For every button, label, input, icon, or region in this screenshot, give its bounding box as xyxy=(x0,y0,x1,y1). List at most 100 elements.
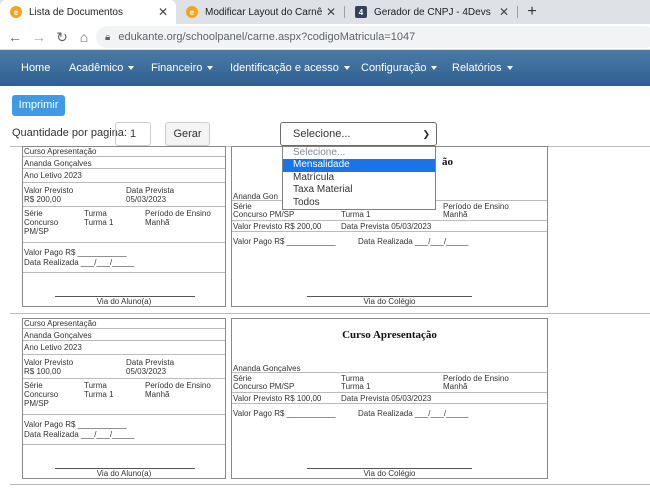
select-value: Selecione... xyxy=(293,128,351,140)
expected-date: 05/03/2023 xyxy=(126,367,167,376)
serie-value: PM/SP xyxy=(24,227,49,236)
option-matricula[interactable]: Matrícula xyxy=(283,172,435,184)
student-copy-label: Via do Aluno(a) xyxy=(96,297,152,306)
tab-lista-de-documentos[interactable]: e Lista de Documentos ✕ xyxy=(0,0,176,24)
chevron-down-icon xyxy=(431,66,438,71)
expected-date: Data Prevista 05/03/2023 xyxy=(341,222,432,231)
serie-label: Série xyxy=(24,381,43,390)
tab-modificar-layout[interactable]: e Modificar Layout do Carnê ✕ xyxy=(176,0,344,24)
expected-date-label: Data Prevista xyxy=(126,358,175,367)
paid-value-line: Valor Pago R$ ___________ xyxy=(233,237,336,246)
student-copy-label: Via do Aluno(a) xyxy=(96,469,152,478)
address-bar[interactable]: 🔒︎ edukante.org/schoolpanel/carne.aspx?c… xyxy=(96,26,650,48)
expected-date: Data Prevista 05/03/2023 xyxy=(341,394,432,403)
quantity-input[interactable]: 1 xyxy=(115,122,151,146)
paid-date-line: Data Realizada ___/___/_____ xyxy=(358,237,469,246)
document-type-select[interactable]: Selecione... ❯ xyxy=(280,122,437,146)
back-arrow-icon[interactable]: ← xyxy=(6,28,24,46)
course-name: Curso Apresentação xyxy=(24,147,97,156)
school-stub: Curso Apresentação Ananda Gonçalves Séri… xyxy=(231,318,548,479)
student-name: Ananda Gonçalves xyxy=(24,331,92,340)
course-title: ão xyxy=(442,156,453,168)
browser-toolbar: ← → ↻ ⌂ 🔒︎ edukante.org/schoolpanel/carn… xyxy=(0,24,650,50)
nav-relatorios[interactable]: Relatórios xyxy=(452,50,513,86)
forward-arrow-icon[interactable]: → xyxy=(30,28,48,46)
close-tab-icon[interactable]: ✕ xyxy=(324,5,338,19)
nav-configuracao-label: Configuração xyxy=(361,62,427,74)
expected-value: R$ 200,00 xyxy=(24,195,61,204)
serie-value: PM/SP xyxy=(24,399,49,408)
periodo-value: Manhã xyxy=(443,210,468,219)
periodo-label: Período de Ensino xyxy=(145,381,211,390)
nav-academico-label: Acadêmico xyxy=(69,62,124,74)
serie-value: Concurso PM/SP xyxy=(233,382,295,391)
close-tab-icon[interactable]: ✕ xyxy=(497,5,511,19)
nav-identificacao-label: Identificação e acesso xyxy=(230,62,339,74)
course-title: Curso Apresentação xyxy=(342,329,437,341)
periodo-value: Manhã xyxy=(145,218,170,227)
chevron-down-icon: ❯ xyxy=(422,129,430,139)
expected-value: Valor Previsto R$ 200,00 xyxy=(233,222,322,231)
nav-financeiro-label: Financeiro xyxy=(151,62,203,74)
edukante-favicon-icon: e xyxy=(186,6,198,18)
option-todos[interactable]: Todos xyxy=(283,197,435,209)
turma-label: Turma xyxy=(84,209,107,218)
nav-financeiro[interactable]: Financeiro xyxy=(151,50,214,86)
new-tab-icon[interactable]: + xyxy=(523,0,541,24)
edukante-favicon-icon: e xyxy=(10,6,22,18)
chevron-down-icon xyxy=(207,66,214,71)
turma-value: Turma 1 xyxy=(341,210,371,219)
paid-date-line: Data Realizada ___/___/_____ xyxy=(358,409,469,418)
home-icon[interactable]: ⌂ xyxy=(75,28,93,46)
school-copy-label: Via do Colégio xyxy=(363,297,416,306)
reload-icon[interactable]: ↻ xyxy=(53,28,71,46)
expected-value: Valor Previsto R$ 100,00 xyxy=(233,394,322,403)
close-tab-icon[interactable]: ✕ xyxy=(156,5,170,19)
turma-value: Turma 1 xyxy=(84,390,114,399)
course-name: Curso Apresentação xyxy=(24,319,97,328)
school-year: Ano Letivo 2023 xyxy=(24,171,82,180)
quantity-label: Quantidade por pagina: xyxy=(12,127,127,139)
tab-title: Modificar Layout do Carnê xyxy=(205,6,323,18)
option-selecione[interactable]: Selecione... xyxy=(283,147,435,159)
nav-relatorios-label: Relatórios xyxy=(452,62,502,74)
url-text: edukante.org/schoolpanel/carne.aspx?codi… xyxy=(118,31,416,43)
paid-value-line: Valor Pago R$ ___________ xyxy=(233,409,336,418)
divider xyxy=(10,313,650,314)
nav-identificacao[interactable]: Identificação e acesso xyxy=(230,50,350,86)
document-type-dropdown: Selecione... Mensalidade Matrícula Taxa … xyxy=(282,146,436,210)
student-stub: Curso Apresentação Ananda Gonçalves Ano … xyxy=(22,318,226,479)
periodo-value: Manhã xyxy=(145,390,170,399)
nav-home[interactable]: Home xyxy=(21,50,50,86)
periodo-label: Período de Ensino xyxy=(145,209,211,218)
expected-date-label: Data Prevista xyxy=(126,186,175,195)
lock-icon: 🔒︎ xyxy=(105,31,111,43)
turma-label: Turma xyxy=(84,381,107,390)
school-copy-label: Via do Colégio xyxy=(363,469,416,478)
option-mensalidade[interactable]: Mensalidade xyxy=(283,159,435,172)
browser-tab-bar: e Lista de Documentos ✕ e Modificar Layo… xyxy=(0,0,650,24)
serie-label: Série xyxy=(24,209,43,218)
4devs-favicon-icon: 4 xyxy=(355,6,367,18)
student-name: Ananda Gonçalves xyxy=(24,159,92,168)
nav-academico[interactable]: Acadêmico xyxy=(69,50,135,86)
divider xyxy=(10,484,650,485)
serie-value: Concurso PM/SP xyxy=(233,210,295,219)
chevron-down-icon xyxy=(506,66,513,71)
option-taxa-material[interactable]: Taxa Material xyxy=(283,184,435,196)
serie-value: Concurso xyxy=(24,218,59,227)
chevron-down-icon xyxy=(128,66,135,71)
nav-configuracao[interactable]: Configuração xyxy=(361,50,438,86)
chevron-down-icon xyxy=(343,66,350,71)
school-year: Ano Letivo 2023 xyxy=(24,343,82,352)
turma-value: Turma 1 xyxy=(341,382,371,391)
nav-home-label: Home xyxy=(21,62,51,74)
tab-separator xyxy=(517,6,518,18)
expected-value: R$ 100,00 xyxy=(24,367,61,376)
generate-button[interactable]: Gerar xyxy=(165,122,210,146)
expected-value-label: Valor Previsto xyxy=(24,186,74,195)
student-name: Ananda Gonçalves xyxy=(233,364,301,373)
tab-gerador-cnpj[interactable]: 4 Gerador de CNPJ - 4Devs ✕ xyxy=(345,0,517,24)
tab-title: Gerador de CNPJ - 4Devs xyxy=(374,6,491,18)
print-button[interactable]: Imprimir xyxy=(12,95,65,116)
